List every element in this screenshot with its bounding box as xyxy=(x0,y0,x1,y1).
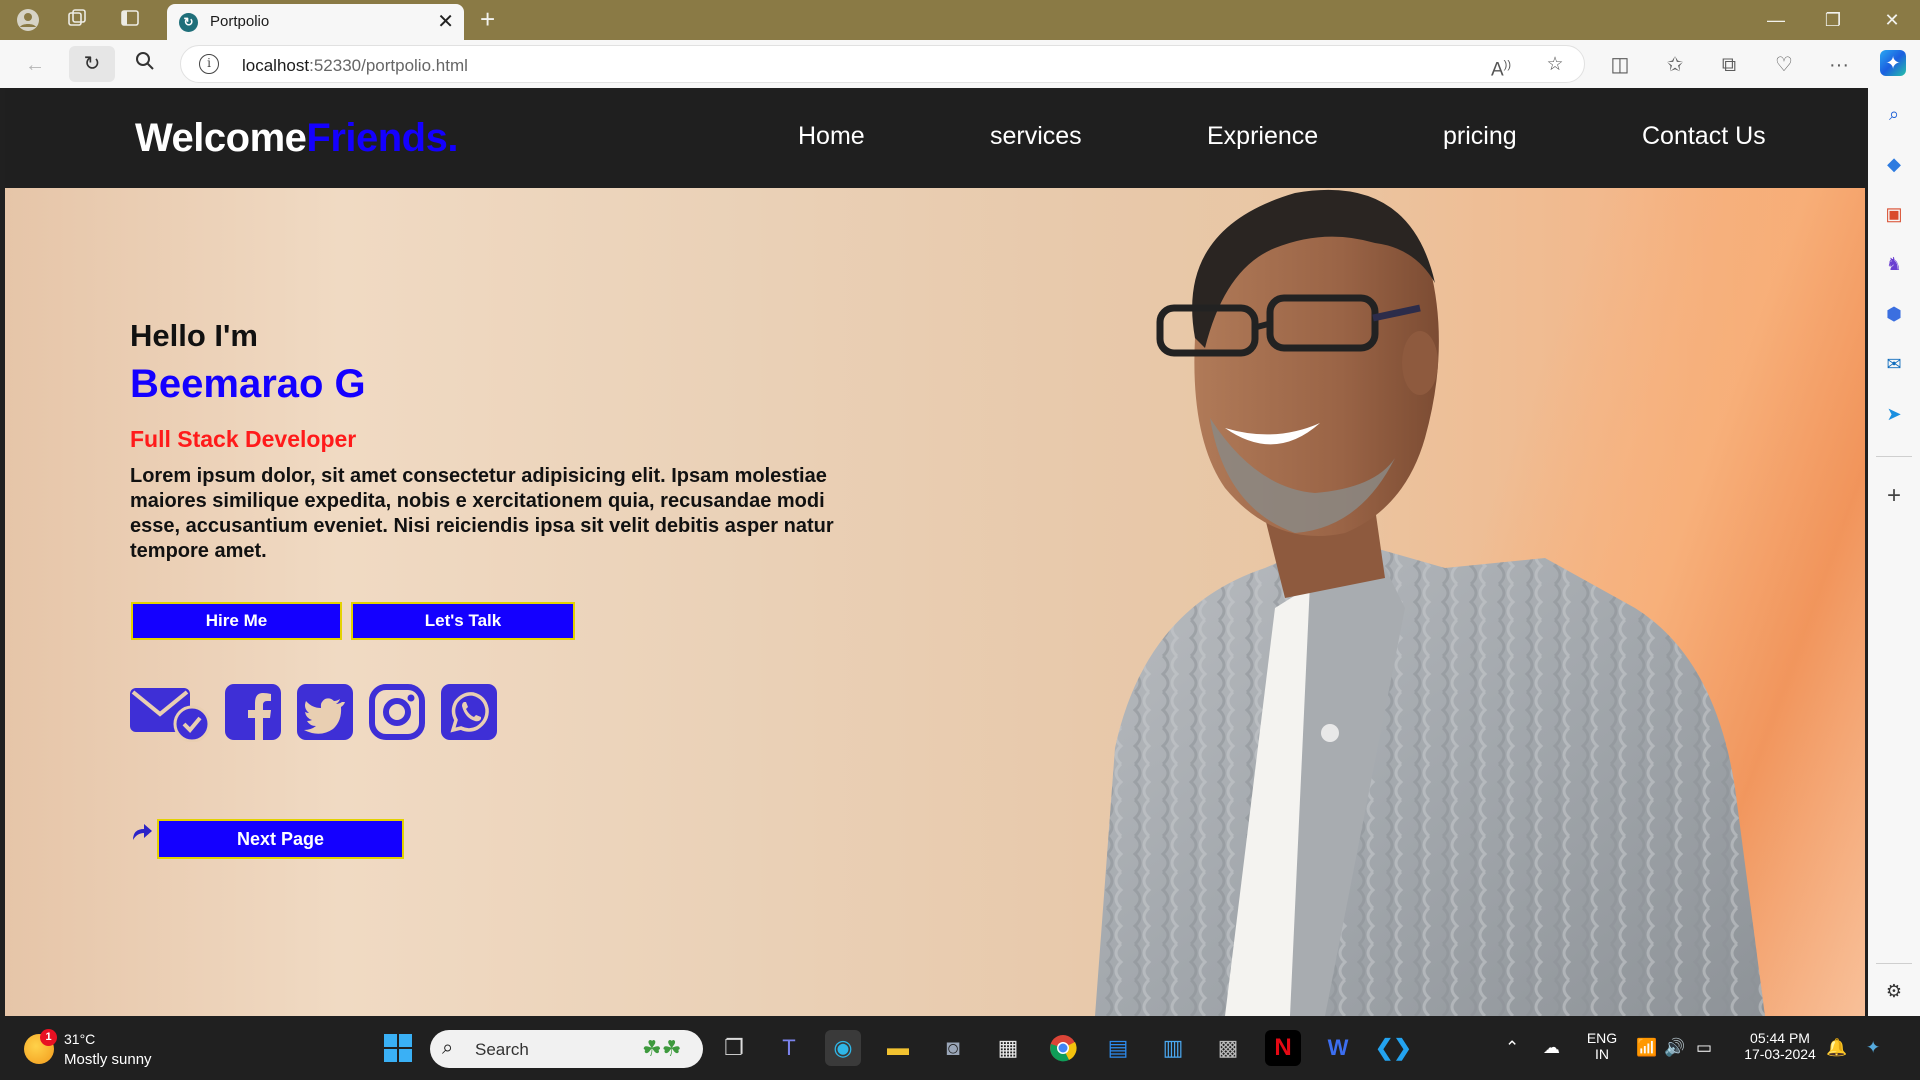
share-arrow-icon xyxy=(131,820,153,847)
show-hidden-icons-icon[interactable]: ⌃ xyxy=(1505,1038,1519,1058)
camera-icon[interactable]: ◙ xyxy=(935,1030,971,1066)
sidebar-divider xyxy=(1876,456,1912,457)
sidebar-tools-icon[interactable]: ▣ xyxy=(1881,201,1907,227)
browser-toolbar: ← ↻ i localhost:52330/portpolio.html A))… xyxy=(0,40,1920,88)
browser-titlebar: ↻ Portpolio ✕ + — ❐ ✕ xyxy=(0,0,1920,40)
sidebar-games-icon[interactable]: ♞ xyxy=(1881,251,1907,277)
nav-experience[interactable]: Exprience xyxy=(1207,122,1318,151)
onedrive-icon[interactable]: ☁ xyxy=(1543,1038,1560,1058)
favorites-icon[interactable]: ✩ xyxy=(1660,50,1690,80)
address-text[interactable]: localhost:52330/portpolio.html xyxy=(242,56,468,76)
lets-talk-button[interactable]: Let's Talk xyxy=(351,602,575,640)
window-close-icon[interactable]: ✕ xyxy=(1872,6,1912,34)
sidebar-search-icon[interactable]: ⌕ xyxy=(1881,101,1907,127)
start-windows-icon[interactable] xyxy=(380,1030,416,1066)
nav-services[interactable]: services xyxy=(990,122,1082,151)
tab-title: Portpolio xyxy=(210,13,270,30)
sidebar-outlook-icon[interactable]: ✉ xyxy=(1881,351,1907,377)
chrome-icon[interactable] xyxy=(1045,1030,1081,1066)
store-icon[interactable]: ▦ xyxy=(990,1030,1026,1066)
next-page-button[interactable]: Next Page xyxy=(157,819,404,859)
collections-icon[interactable]: ⧉ xyxy=(1714,50,1744,80)
sidebar-settings-icon[interactable]: ⚙ xyxy=(1881,978,1907,1004)
twitter-icon[interactable] xyxy=(297,684,353,745)
developer-name: Beemarao G xyxy=(130,362,366,406)
nav-home[interactable]: Home xyxy=(798,122,865,151)
teams-icon[interactable]: T xyxy=(771,1030,807,1066)
tab-favicon-icon: ↻ xyxy=(179,13,198,32)
taskbar-search-label: Search xyxy=(475,1040,529,1059)
instagram-icon[interactable] xyxy=(369,684,425,745)
copilot-taskbar-icon[interactable]: ✦ xyxy=(1866,1038,1880,1058)
calculator-icon[interactable]: ▩ xyxy=(1210,1030,1246,1066)
more-options-icon[interactable]: ··· xyxy=(1824,50,1854,80)
greeting-text: Hello I'm xyxy=(130,318,258,353)
profile-photo xyxy=(1095,189,1765,1016)
site-info-icon[interactable]: i xyxy=(199,54,219,74)
weather-temperature[interactable]: 31°C xyxy=(64,1031,95,1047)
volume-icon[interactable]: 🔊 xyxy=(1664,1038,1685,1058)
webpage-viewport: WelcomeFriends. Home services Exprience … xyxy=(5,88,1865,1016)
reload-button[interactable]: ↻ xyxy=(69,46,115,82)
profile-icon[interactable] xyxy=(16,8,40,32)
sidebar-send-icon[interactable]: ➤ xyxy=(1881,401,1907,427)
browser-tab-active[interactable]: ↻ Portpolio ✕ xyxy=(167,4,464,40)
netflix-icon[interactable]: N xyxy=(1265,1030,1301,1066)
vertical-tabs-icon[interactable] xyxy=(118,8,142,32)
search-icon: ⌕ xyxy=(442,1037,454,1059)
address-bar[interactable]: i localhost:52330/portpolio.html A)) ☆ xyxy=(180,45,1585,83)
split-screen-icon[interactable]: ◫ xyxy=(1605,50,1635,80)
copilot-icon[interactable]: ✦ xyxy=(1880,50,1906,76)
wifi-icon[interactable]: 📶 xyxy=(1636,1038,1657,1058)
taskbar-search[interactable]: ⌕ Search ☘☘ xyxy=(430,1030,703,1068)
battery-icon[interactable]: ▭ xyxy=(1696,1038,1712,1058)
task-view-icon[interactable]: ❐ xyxy=(716,1030,752,1066)
search-icon[interactable] xyxy=(130,50,160,80)
weather-description[interactable]: Mostly sunny xyxy=(64,1051,152,1068)
minimize-icon[interactable]: — xyxy=(1756,6,1796,34)
workspaces-icon[interactable] xyxy=(65,8,89,32)
site-header: WelcomeFriends. Home services Exprience … xyxy=(5,88,1865,188)
sidebar-add-icon[interactable]: + xyxy=(1881,483,1907,509)
new-tab-icon[interactable]: + xyxy=(480,6,495,32)
developer-role: Full Stack Developer xyxy=(130,426,357,452)
windows-taskbar: 1 31°C Mostly sunny ⌕ Search ☘☘ ❐ T ◉ ▬ … xyxy=(0,1016,1920,1080)
sidebar-divider xyxy=(1876,963,1912,964)
notepad-icon[interactable]: ▥ xyxy=(1155,1030,1191,1066)
back-icon[interactable]: ← xyxy=(20,50,50,80)
mail-check-icon[interactable] xyxy=(130,684,211,747)
restore-icon[interactable]: ❐ xyxy=(1813,6,1853,34)
notifications-icon[interactable]: 🔔 xyxy=(1826,1038,1847,1058)
read-aloud-icon[interactable]: A)) xyxy=(1488,52,1514,80)
sidebar-shopping-icon[interactable]: ◆ xyxy=(1881,151,1907,177)
w-app-icon[interactable]: W xyxy=(1320,1030,1356,1066)
reload-icon: ↻ xyxy=(83,53,101,75)
whatsapp-icon[interactable] xyxy=(441,684,497,745)
language-indicator[interactable]: ENG IN xyxy=(1582,1030,1622,1062)
calendar-icon[interactable]: ▤ xyxy=(1100,1030,1136,1066)
sidebar-m365-icon[interactable]: ⬢ xyxy=(1881,301,1907,327)
edge-icon[interactable]: ◉ xyxy=(825,1030,861,1066)
hire-me-button[interactable]: Hire Me xyxy=(131,602,342,640)
tab-close-icon[interactable]: ✕ xyxy=(437,10,454,34)
file-explorer-icon[interactable]: ▬ xyxy=(880,1030,916,1066)
favorite-star-icon[interactable]: ☆ xyxy=(1542,52,1568,78)
site-logo[interactable]: WelcomeFriends. xyxy=(135,116,458,161)
nav-pricing[interactable]: pricing xyxy=(1443,122,1517,151)
edge-sidebar: ⌕ ◆ ▣ ♞ ⬢ ✉ ➤ + ⚙ xyxy=(1868,88,1920,1016)
intro-paragraph: Lorem ipsum dolor, sit amet consectetur … xyxy=(130,465,834,562)
browser-essentials-icon[interactable]: ♡ xyxy=(1769,50,1799,80)
clock[interactable]: 05:44 PM 17-03-2024 xyxy=(1730,1030,1830,1062)
shamrock-icon: ☘☘ xyxy=(642,1036,682,1061)
vscode-icon[interactable]: ❮❯ xyxy=(1375,1030,1412,1066)
weather-badge: 1 xyxy=(40,1029,57,1046)
facebook-icon[interactable] xyxy=(225,684,281,745)
nav-contact[interactable]: Contact Us xyxy=(1642,122,1766,151)
